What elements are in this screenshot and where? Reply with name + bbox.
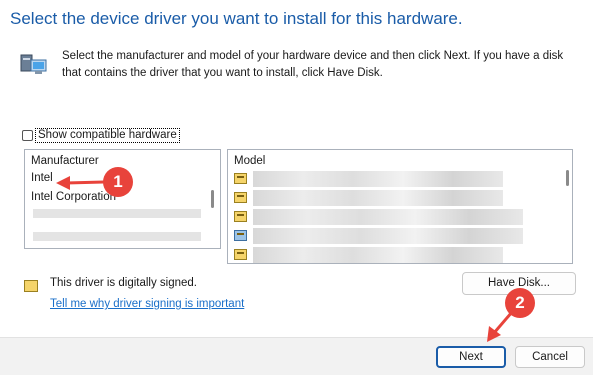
model-header: Model	[234, 155, 266, 167]
show-compatible-checkbox[interactable]: Show compatible hardware	[22, 128, 180, 143]
hardware-device-icon	[20, 54, 47, 74]
annotation-badge-2: 2	[505, 288, 535, 318]
manufacturer-list[interactable]: Manufacturer Intel Intel Corporation	[24, 149, 221, 249]
scrollbar-thumb[interactable]	[211, 190, 214, 208]
arrow-2	[492, 311, 514, 334]
scrollbar-thumb[interactable]	[566, 170, 569, 186]
instructions-text: Select the manufacturer and model of you…	[62, 50, 564, 79]
cancel-button[interactable]: Cancel	[515, 346, 585, 368]
list-item-redacted[interactable]	[25, 209, 220, 228]
driver-package-icon	[234, 230, 247, 241]
checkbox-box[interactable]	[22, 130, 33, 141]
driver-package-icon	[234, 173, 247, 184]
annotation-badge-1: 1	[103, 167, 133, 197]
model-list[interactable]: Model	[227, 149, 573, 264]
certificate-icon	[24, 280, 38, 292]
driver-signing-link[interactable]: Tell me why driver signing is important	[50, 298, 244, 310]
driver-package-icon	[234, 211, 247, 222]
list-item[interactable]	[228, 188, 572, 207]
list-item-redacted[interactable]	[25, 232, 220, 248]
list-item[interactable]	[228, 245, 572, 263]
list-item[interactable]	[228, 226, 572, 245]
manufacturer-header: Manufacturer	[31, 155, 99, 167]
checkbox-label[interactable]: Show compatible hardware	[35, 128, 180, 143]
driver-package-icon	[234, 192, 247, 203]
list-item[interactable]	[228, 169, 572, 188]
next-button[interactable]: Next	[436, 346, 506, 368]
driver-package-icon	[234, 249, 247, 260]
list-item[interactable]	[228, 207, 572, 226]
signing-status: This driver is digitally signed.	[50, 277, 198, 289]
page-title: Select the device driver you want to ins…	[10, 9, 463, 28]
